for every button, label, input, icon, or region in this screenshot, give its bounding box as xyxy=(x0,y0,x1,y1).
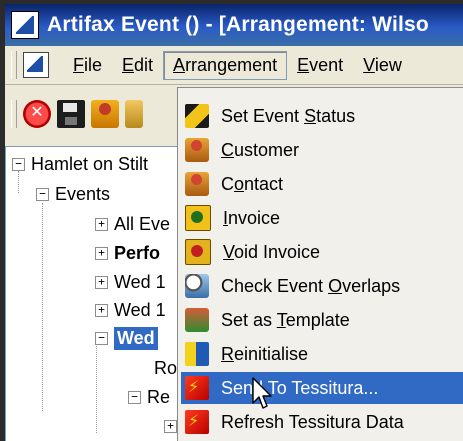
menu-edit[interactable]: Edit xyxy=(112,51,163,80)
menu-item-label: Set Event Status xyxy=(221,105,356,126)
document-window-icon[interactable] xyxy=(23,52,49,78)
menu-item-set-event-status[interactable]: Set Event Status xyxy=(181,100,463,132)
menu-item-invoice[interactable]: Invoice xyxy=(181,202,463,234)
stop-icon[interactable] xyxy=(23,100,51,128)
tessitura-send-icon xyxy=(185,376,209,400)
check-overlaps-icon xyxy=(185,274,209,298)
menu-item-label: Customer xyxy=(221,139,300,160)
tree-item-root[interactable]: − Hamlet on Stilt xyxy=(12,149,148,179)
tree-item-wed-selected[interactable]: − Wed xyxy=(95,323,158,353)
arrangement-tree[interactable]: − Hamlet on Stilt − Events + All Eve + P… xyxy=(5,146,179,441)
menu-arrangement[interactable]: Arrangement xyxy=(163,50,288,80)
menu-bar: File Edit Arrangement Event View xyxy=(5,46,463,85)
expand-icon[interactable]: + xyxy=(95,303,108,317)
tree-item-label: Events xyxy=(55,183,111,204)
save-icon[interactable] xyxy=(57,100,85,128)
tree-item-ro[interactable]: Ro xyxy=(154,353,177,383)
tree-item-events[interactable]: − Events xyxy=(36,179,110,209)
menu-event[interactable]: Event xyxy=(287,51,353,80)
person-icon[interactable] xyxy=(125,100,143,128)
expand-icon[interactable]: + xyxy=(95,246,108,260)
menu-item-refresh-tessitura-data[interactable]: Refresh Tessitura Data xyxy=(181,406,463,438)
collapse-icon[interactable]: − xyxy=(12,157,25,171)
tree-item-label: Wed 1 xyxy=(114,299,166,320)
collapse-icon[interactable]: − xyxy=(95,331,108,345)
mouse-pointer-icon xyxy=(252,377,272,409)
artifax-app-icon[interactable] xyxy=(11,11,39,39)
tree-connector xyxy=(96,343,97,433)
tessitura-refresh-icon xyxy=(185,410,209,434)
tree-item-label: Re xyxy=(147,386,171,407)
toolbar-grip[interactable] xyxy=(11,100,17,128)
menu-item-label: Reinitialise xyxy=(221,343,309,364)
customer-icon xyxy=(185,138,209,162)
tree-item-label: Wed 1 xyxy=(114,271,166,292)
application-window: Artifax Event () - [Arrangement: Wilso F… xyxy=(5,4,463,441)
void-invoice-icon xyxy=(185,239,211,265)
title-bar[interactable]: Artifax Event () - [Arrangement: Wilso xyxy=(5,4,463,46)
tree-item-performances[interactable]: + Perfo xyxy=(95,238,160,268)
collapse-icon[interactable]: − xyxy=(36,187,49,201)
expand-icon[interactable]: + xyxy=(95,275,108,289)
menu-item-check-event-overlaps[interactable]: Check Event Overlaps xyxy=(181,270,463,302)
expand-icon[interactable]: + xyxy=(164,419,177,433)
reinitialise-icon xyxy=(185,342,209,366)
invoice-icon xyxy=(185,205,211,231)
menu-item-label: Contact xyxy=(221,173,284,194)
tree-item-wed-2[interactable]: + Wed 1 xyxy=(95,295,166,325)
window-title: Artifax Event () - [Arrangement: Wilso xyxy=(47,13,429,36)
tree-item-all-events[interactable]: + All Eve xyxy=(95,209,170,239)
menu-item-customer[interactable]: Customer xyxy=(181,134,463,166)
menu-item-reinitialise[interactable]: Reinitialise xyxy=(181,338,463,370)
contact-icon xyxy=(185,172,209,196)
menubar-grip[interactable] xyxy=(11,51,17,79)
tree-item-label: Perfo xyxy=(114,242,161,263)
menu-item-void-invoice[interactable]: Void Invoice xyxy=(181,236,463,268)
menu-item-label: Send To Tessitura... xyxy=(221,377,379,398)
expand-icon[interactable]: + xyxy=(95,217,108,231)
tree-item-label: Ro xyxy=(154,357,178,378)
tree-item-label: All Eve xyxy=(114,213,171,234)
menu-item-label: Refresh Tessitura Data xyxy=(221,411,404,432)
tree-item-label: Hamlet on Stilt xyxy=(31,153,149,174)
collapse-icon[interactable]: − xyxy=(128,390,141,404)
event-status-icon xyxy=(185,104,209,128)
tree-item-wed-1[interactable]: + Wed 1 xyxy=(95,267,166,297)
menu-view[interactable]: View xyxy=(353,51,412,80)
template-icon xyxy=(185,308,209,332)
menu-file[interactable]: File xyxy=(63,51,112,80)
menu-item-label: Void Invoice xyxy=(223,241,321,262)
tree-item-label: Wed xyxy=(114,326,158,350)
menu-item-set-as-template[interactable]: Set as Template xyxy=(181,304,463,336)
tree-item-re[interactable]: − Re xyxy=(128,382,170,412)
menu-item-label: Set as Template xyxy=(221,309,350,330)
menu-item-label: Invoice xyxy=(223,207,281,228)
contacts-icon[interactable] xyxy=(91,100,119,128)
menu-item-send-to-tessitura[interactable]: Send To Tessitura... xyxy=(181,372,463,404)
menu-item-label: Check Event Overlaps xyxy=(221,275,401,296)
menu-item-contact[interactable]: Contact xyxy=(181,168,463,200)
tree-connector xyxy=(42,203,43,411)
arrangement-menu-dropdown: Set Event Status Customer Contact Invoic… xyxy=(177,87,463,441)
